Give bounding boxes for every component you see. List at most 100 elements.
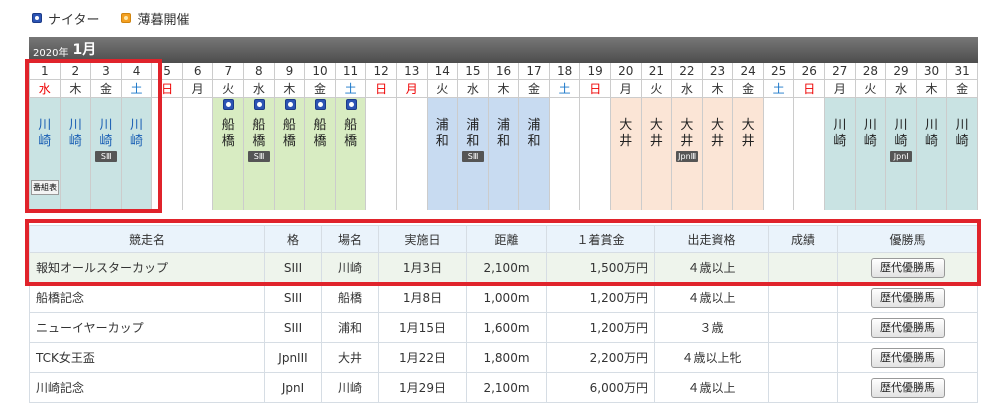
venue-label[interactable]: 川 崎 xyxy=(917,118,947,150)
calendar-day: 4土川 崎 xyxy=(121,63,153,210)
race-winner-cell: 歴代優勝馬 xyxy=(837,342,978,373)
venue-label[interactable]: 船 橋 xyxy=(244,118,274,150)
race-day-cell[interactable]: 川 崎 xyxy=(916,98,947,210)
empty-day-cell xyxy=(366,98,396,210)
day-number: 19 xyxy=(580,63,610,80)
calendar-day: 22 水大 井 JpnⅢ xyxy=(672,63,703,210)
day-weekday: 火 xyxy=(855,80,886,98)
race-day-cell[interactable]: 浦 和 xyxy=(519,98,549,210)
race-day-cell[interactable]: 川 崎 xyxy=(825,98,855,210)
race-day-cell[interactable]: 船 橋 xyxy=(213,98,244,210)
venue-label[interactable]: 川 崎 xyxy=(886,118,916,150)
race-date: 1月3日 xyxy=(378,252,467,283)
race-day-cell[interactable]: 船 橋 SⅢ xyxy=(244,98,274,210)
race-day-cell[interactable]: 船 橋 xyxy=(305,98,335,210)
venue-label[interactable]: 大 井 xyxy=(703,118,733,150)
grade-badge: SⅢ xyxy=(248,151,271,162)
empty-day-cell xyxy=(549,98,580,210)
venue-label[interactable]: 船 橋 xyxy=(336,118,366,150)
race-day-cell[interactable]: 川 崎 xyxy=(855,98,886,210)
venue-label[interactable]: 川 崎 xyxy=(856,118,886,150)
venue-label[interactable]: 浦 和 xyxy=(428,118,458,150)
day-weekday: 金 xyxy=(519,80,549,98)
race-name: 船橋記念 xyxy=(29,282,265,313)
venue-label[interactable]: 大 井 xyxy=(611,118,641,150)
race-result xyxy=(768,372,838,403)
empty-day-cell xyxy=(396,98,427,210)
venue-label[interactable]: 大 井 xyxy=(733,118,763,150)
venue-label[interactable]: 川 崎 xyxy=(61,118,91,150)
race-card-button[interactable]: 番組表 xyxy=(31,180,59,195)
race-day-cell[interactable]: 大 井 xyxy=(610,98,641,210)
calendar-day: 12 日 xyxy=(366,63,397,210)
legend-night: ナイター xyxy=(32,9,99,28)
race-day-cell[interactable]: 船 橋 xyxy=(274,98,305,210)
day-number: 1 xyxy=(30,63,60,80)
race-day-cell[interactable]: 川 崎 xyxy=(60,98,91,210)
race-day-cell[interactable]: 浦 和 xyxy=(427,98,458,210)
month-label: 1月 xyxy=(72,42,97,58)
venue-label[interactable]: 川 崎 xyxy=(825,118,855,150)
venue-label[interactable]: 浦 和 xyxy=(458,118,488,150)
day-number: 4 xyxy=(121,63,152,80)
day-weekday: 日 xyxy=(580,80,610,98)
day-number: 7 xyxy=(213,63,244,80)
venue-label[interactable]: 川 崎 xyxy=(947,118,977,150)
past-winners-button[interactable]: 歴代優勝馬 xyxy=(870,287,945,308)
calendar-day: 28 火川 崎 xyxy=(855,63,887,210)
calendar-day: 5日 xyxy=(152,63,183,210)
race-venue: 船橋 xyxy=(321,282,379,313)
race-grade: JpnIII xyxy=(264,342,322,373)
race-day-cell[interactable]: 船 橋 xyxy=(335,98,366,210)
day-weekday: 日 xyxy=(366,80,396,98)
night-race-icon xyxy=(32,13,42,23)
month-header: 2020年 1月 xyxy=(29,37,978,63)
grade-badge: JpnⅠ xyxy=(890,151,913,162)
race-day-cell[interactable]: 大 井 xyxy=(641,98,672,210)
race-prize: 2,200万円 xyxy=(546,342,655,373)
race-day-cell[interactable]: 川 崎番組表 xyxy=(30,98,60,210)
race-day-cell[interactable]: 大 井 xyxy=(702,98,733,210)
race-day-cell[interactable]: 川 崎 xyxy=(947,98,977,210)
venue-label[interactable]: 川 崎 xyxy=(122,118,152,150)
night-race-icon xyxy=(254,99,266,110)
race-date: 1月15日 xyxy=(378,312,467,343)
past-winners-button[interactable]: 歴代優勝馬 xyxy=(870,317,945,338)
race-grade: JpnI xyxy=(264,372,322,403)
race-day-cell[interactable]: 川 崎 JpnⅠ xyxy=(886,98,916,210)
venue-label[interactable]: 大 井 xyxy=(672,118,702,150)
day-number: 28 xyxy=(855,63,886,80)
night-race-icon xyxy=(284,99,296,110)
venue-label[interactable]: 川 崎 xyxy=(91,118,121,150)
venue-label[interactable]: 川 崎 xyxy=(30,118,60,150)
venue-label[interactable]: 船 橋 xyxy=(275,118,305,150)
past-winners-button[interactable]: 歴代優勝馬 xyxy=(870,377,945,398)
legend-night-label: ナイター xyxy=(48,12,100,28)
race-day-cell[interactable]: 川 崎 xyxy=(121,98,152,210)
day-number: 29 xyxy=(886,63,916,80)
table-row: 報知オールスターカップ SIII 川崎 1月3日 2,100m 1,500万円 ４歳以上 歴代… xyxy=(29,252,978,283)
day-weekday: 木 xyxy=(274,80,305,98)
venue-label[interactable]: 船 橋 xyxy=(213,118,243,150)
race-distance: 2,100m xyxy=(466,252,547,283)
race-day-cell[interactable]: 浦 和 SⅢ xyxy=(458,98,488,210)
race-day-cell[interactable]: 川 崎 SⅢ xyxy=(91,98,121,210)
calendar-day: 9木船 橋 xyxy=(274,63,306,210)
race-day-cell[interactable]: 浦 和 xyxy=(488,98,519,210)
day-number: 11 xyxy=(335,63,366,80)
race-day-cell[interactable]: 大 井 xyxy=(733,98,763,210)
col-prize: １着賞金 xyxy=(546,225,655,253)
night-race-icon xyxy=(223,99,235,110)
race-day-cell[interactable]: 大 井 JpnⅢ xyxy=(672,98,702,210)
grade-badge: SⅢ xyxy=(95,151,118,162)
day-number: 27 xyxy=(825,63,855,80)
venue-label[interactable]: 浦 和 xyxy=(519,118,549,150)
table-header-row: 競走名 格 場名 実施日 距離 １着賞金 出走資格 成績 優勝馬 xyxy=(29,225,978,253)
night-race-icon xyxy=(345,99,357,110)
venue-label[interactable]: 大 井 xyxy=(642,118,672,150)
past-winners-button[interactable]: 歴代優勝馬 xyxy=(870,347,945,368)
col-date: 実施日 xyxy=(378,225,467,253)
venue-label[interactable]: 船 橋 xyxy=(305,118,335,150)
venue-label[interactable]: 浦 和 xyxy=(489,118,519,150)
past-winners-button[interactable]: 歴代優勝馬 xyxy=(870,257,945,278)
